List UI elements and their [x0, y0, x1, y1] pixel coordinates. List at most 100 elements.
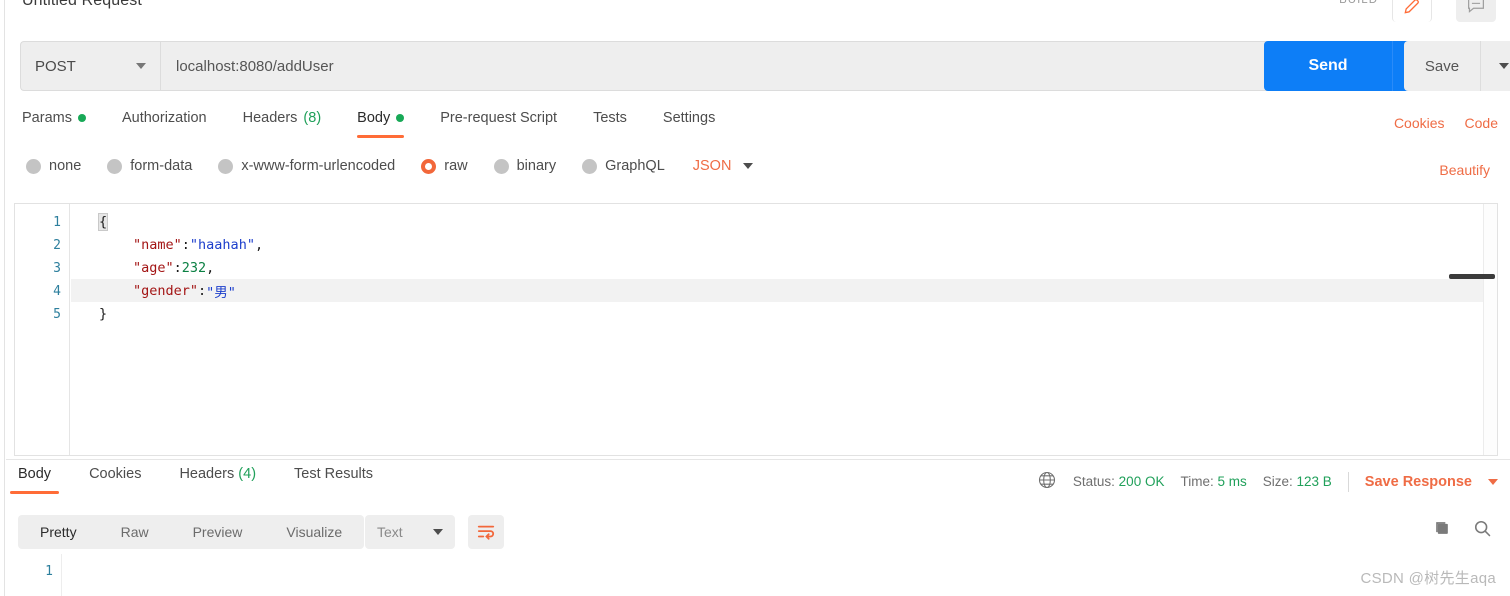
code-token-brace: } [99, 305, 108, 322]
body-mode-label: x-www-form-urlencoded [241, 158, 396, 174]
request-url-value: localhost:8080/addUser [176, 57, 334, 75]
beautify-button[interactable]: Beautify [1439, 162, 1490, 178]
radio-icon [26, 158, 41, 174]
editor-code-area[interactable]: { "name" : "haahah" , "age" : 232 , "gen… [71, 204, 1497, 455]
code-token-brace: { [97, 212, 109, 231]
raw-format-value: JSON [692, 158, 732, 174]
chevron-down-icon[interactable] [1488, 478, 1498, 485]
body-mode-urlencoded[interactable]: x-www-form-urlencoded [218, 158, 395, 174]
size-group: Size: 123 B [1263, 474, 1332, 489]
time-group: Time: 5 ms [1180, 474, 1246, 489]
response-content-type-select[interactable]: Text [365, 515, 455, 549]
tab-label: Params [22, 110, 72, 126]
tab-label: Test Results [294, 466, 374, 482]
editor-gutter: 1 2 3 4 5 [15, 204, 70, 455]
tab-label: Body [357, 110, 391, 126]
time-label: Time: [1180, 474, 1214, 489]
tab-params[interactable]: Params [22, 110, 86, 138]
view-mode-preview[interactable]: Preview [171, 515, 265, 549]
http-method-value: POST [35, 57, 76, 75]
line-number: 2 [53, 238, 61, 253]
response-tab-test-results[interactable]: Test Results [286, 466, 381, 494]
left-sidebar-edge [0, 0, 5, 596]
body-mode-form-data[interactable]: form-data [107, 158, 192, 174]
code-line: "name" : "haahah" , [71, 233, 1497, 256]
view-mode-raw[interactable]: Raw [99, 515, 171, 549]
code-token-value: "haahah" [189, 236, 255, 253]
save-response-button[interactable]: Save Response [1365, 474, 1472, 490]
response-body-viewer[interactable]: 1 [6, 553, 1510, 596]
view-mode-visualize[interactable]: Visualize [264, 515, 364, 549]
wrap-lines-icon[interactable] [468, 515, 504, 549]
line-number: 4 [53, 284, 61, 299]
editor-scrollbar-track[interactable] [1449, 204, 1497, 455]
send-button[interactable]: Send [1264, 41, 1392, 91]
response-gutter: 1 [6, 554, 62, 596]
code-token-comma: , [206, 259, 215, 276]
code-token-value: "男" [206, 284, 236, 301]
radio-icon [582, 158, 598, 174]
save-button[interactable]: Save [1404, 41, 1480, 91]
body-mode-label: GraphQL [605, 158, 665, 174]
response-view-mode-group: Pretty Raw Preview Visualize [18, 515, 365, 549]
body-mode-binary[interactable]: binary [493, 158, 556, 174]
tab-settings[interactable]: Settings [663, 110, 715, 138]
tab-label: Authorization [121, 110, 207, 126]
code-token-key: "name" [133, 236, 182, 253]
line-number: 3 [53, 261, 61, 276]
body-mode-raw[interactable]: raw [421, 158, 468, 174]
radio-icon [493, 158, 509, 174]
radio-icon-selected [421, 158, 437, 174]
size-label: Size: [1262, 474, 1293, 489]
globe-icon[interactable] [1037, 470, 1057, 493]
code-link[interactable]: Code [1465, 115, 1498, 131]
tab-label: Headers [179, 466, 235, 482]
watermark: CSDN @树先生aqa [1360, 570, 1496, 587]
save-options-button[interactable] [1480, 41, 1510, 91]
request-url-input[interactable]: localhost:8080/addUser [160, 41, 1273, 91]
response-divider [6, 459, 1510, 460]
response-tab-headers[interactable]: Headers (4) [171, 466, 264, 494]
body-mode-label: form-data [130, 158, 193, 174]
status-group: Status: 200 OK [1073, 474, 1165, 489]
code-line: { [71, 210, 1497, 233]
tab-body[interactable]: Body [357, 110, 405, 138]
tab-headers[interactable]: Headers (8) [243, 110, 322, 138]
pencil-icon[interactable] [1392, 0, 1432, 22]
divider [1347, 471, 1349, 492]
response-action-icons [1432, 518, 1492, 541]
chevron-down-icon [136, 63, 146, 69]
status-value: 200 OK [1118, 474, 1165, 489]
code-line: "age" : 232 , [71, 256, 1497, 279]
tab-label: Pre-request Script [440, 110, 558, 126]
tab-authorization[interactable]: Authorization [122, 110, 207, 138]
chevron-down-icon [433, 529, 443, 535]
code-token-key: "gender" [133, 282, 199, 299]
raw-format-select[interactable]: JSON [693, 158, 754, 174]
body-mode-none[interactable]: none [26, 158, 81, 174]
copy-icon[interactable] [1432, 518, 1452, 541]
response-status-bar: Status: 200 OK Time: 5 ms Size: 123 B Sa… [1037, 470, 1498, 493]
request-utility-links: Cookies Code [1394, 115, 1498, 131]
comment-icon[interactable] [1456, 0, 1496, 22]
tab-tests[interactable]: Tests [593, 110, 627, 138]
line-number: 5 [53, 307, 61, 322]
tab-label: Body [18, 466, 52, 482]
view-mode-pretty[interactable]: Pretty [18, 515, 99, 549]
body-mode-graphql[interactable]: GraphQL [582, 158, 665, 174]
size-value: 123 B [1296, 474, 1332, 489]
editor-scrollbar-thumb[interactable] [1449, 274, 1495, 279]
response-tab-cookies[interactable]: Cookies [81, 466, 149, 494]
response-tab-body[interactable]: Body [10, 466, 60, 494]
tab-pre-request-script[interactable]: Pre-request Script [440, 110, 557, 138]
status-label: Status: [1072, 474, 1115, 489]
search-icon[interactable] [1472, 518, 1492, 541]
line-number: 1 [53, 215, 61, 230]
http-method-select[interactable]: POST [20, 41, 160, 91]
chevron-down-icon [743, 163, 754, 169]
radio-icon [107, 158, 123, 174]
tab-label: Settings [662, 110, 716, 126]
request-title: Untitled Request [22, 0, 142, 9]
cookies-link[interactable]: Cookies [1394, 115, 1445, 131]
request-body-editor[interactable]: 1 2 3 4 5 { "name" : "haahah" , "age" : … [14, 203, 1498, 456]
